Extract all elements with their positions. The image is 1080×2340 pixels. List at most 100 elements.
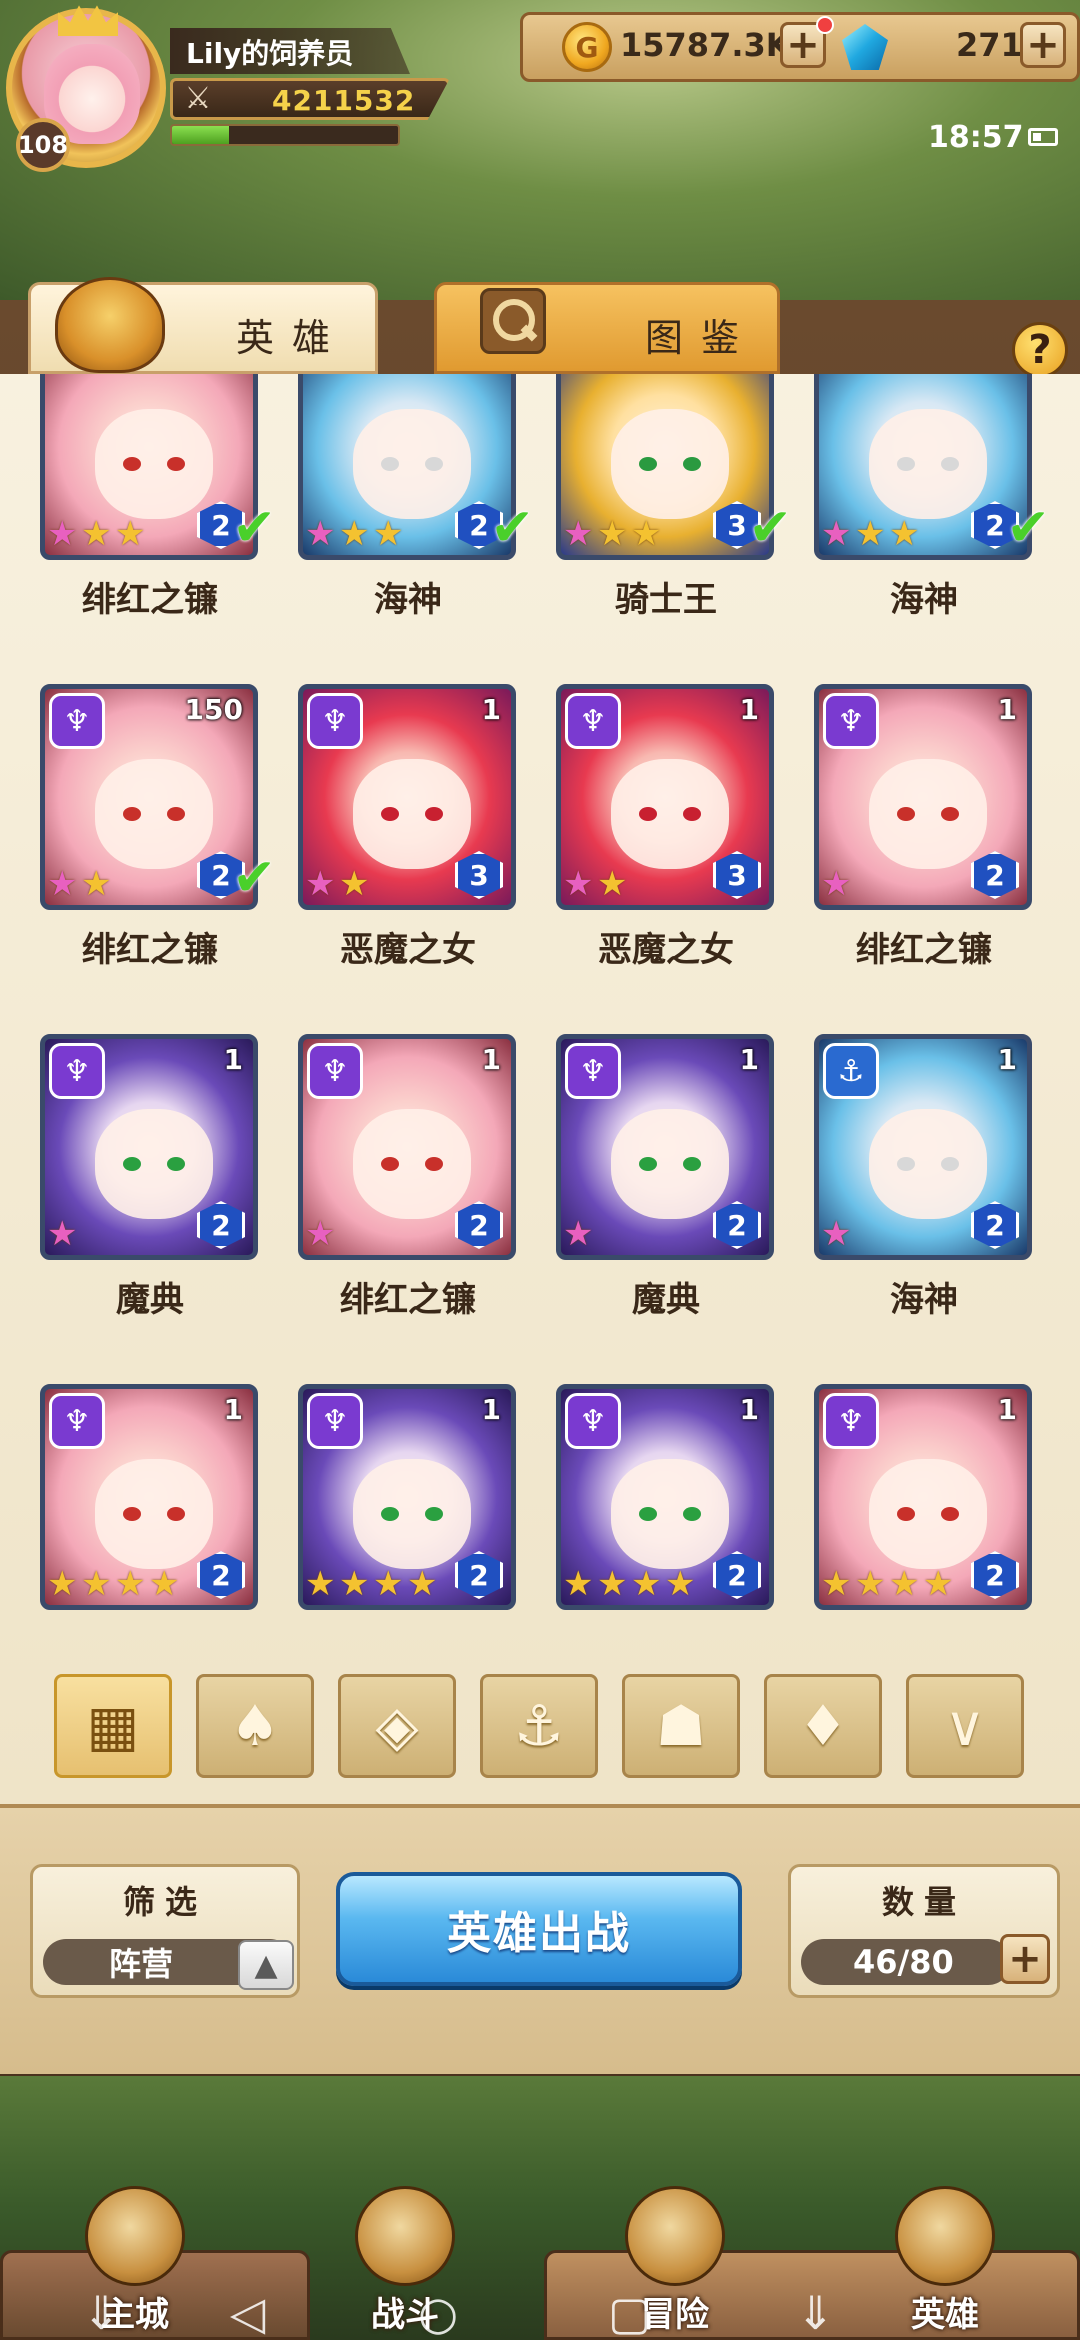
filter-anchor-faction-button[interactable]: ⚓ <box>480 1674 598 1778</box>
hero-level: 1 <box>481 1043 501 1076</box>
hero-stars: ★ <box>47 1217 81 1251</box>
helmet-icon <box>55 277 165 373</box>
hero-name: 绯红之镰 <box>856 930 992 970</box>
hero-card[interactable]: ★ ★ ★ 3 ✔ <box>556 374 792 560</box>
filter-diamond-faction-button[interactable]: ◈ <box>338 1674 456 1778</box>
hero-list[interactable]: ★ ★ ★ 2 ✔ 绯红之镰 ★ ★ ★ 2 ✔ 海神 ★ ★ ★ 3 ✔ 骑士王 ★ ★ ★ 2 ✔ 海神 ♆ 150 ★ ★ 2 ✔ 绯… <box>0 374 1080 1804</box>
hero-eye <box>639 457 657 471</box>
diamond-faction-icon: ◈ <box>375 1693 419 1759</box>
hero-face <box>869 1459 987 1569</box>
hero-card[interactable]: ♆ 1 ★ ★ ★ ★ 2 <box>556 1384 780 1610</box>
hero-card[interactable]: ★ ★ ★ 2 ✔ <box>298 374 534 560</box>
filter-beast-faction-button[interactable]: ☗ <box>622 1674 740 1778</box>
hero-card[interactable]: ♆ 1 ★ ★ ★ ★ 2 <box>40 1384 264 1610</box>
hero-stars: ★ ★ ★ ★ <box>47 1567 183 1601</box>
star-icon: ★ <box>855 1564 886 1604</box>
system-recents-icon[interactable]: ▢ <box>608 2286 651 2340</box>
hero-card[interactable]: ♆ 1 ★ 2 <box>298 1034 522 1260</box>
hero-eye <box>941 457 959 471</box>
filter-toggle-button[interactable]: ▲ <box>238 1940 294 1990</box>
tab-heroes[interactable]: 英雄 <box>28 277 378 374</box>
hero-stars: ★ ★ <box>563 867 631 901</box>
star-icon: ★ <box>81 864 112 904</box>
hero-stars: ★ ★ ★ ★ <box>821 1567 957 1601</box>
gold-coin-icon: G <box>562 22 612 72</box>
expand-capacity-button[interactable]: + <box>1000 1934 1050 1984</box>
magnifier-icon <box>480 288 546 354</box>
hero-eye <box>683 457 701 471</box>
hero-card[interactable]: ♆ 1 ★ 2 <box>556 1034 780 1260</box>
status-clock: 18:57 <box>928 120 1024 155</box>
hero-grade-badge: 2 <box>455 1551 503 1599</box>
add-gem-button[interactable]: + <box>1020 22 1066 68</box>
deploy-heroes-button[interactable]: 英雄出战 <box>336 1872 742 1986</box>
exp-bar <box>170 124 400 146</box>
hero-icon <box>895 2186 995 2286</box>
hero-level: 1 <box>223 1393 243 1426</box>
hero-card[interactable]: ♆ 1 ★ ★ ★ ★ 2 <box>814 1384 1038 1610</box>
hero-card[interactable]: ★ ★ ★ 2 ✔ <box>814 374 1050 560</box>
nav-crossed-swords[interactable]: 战斗 <box>320 2186 490 2336</box>
nav-hero[interactable]: 英雄 <box>860 2186 1030 2336</box>
crossed-swords-icon <box>355 2186 455 2286</box>
beast-faction-icon: ☗ <box>655 1693 707 1759</box>
hero-portrait: ♆ 1 ★ ★ 3 <box>556 684 774 910</box>
hero-name: 绯红之镰 <box>340 1280 476 1320</box>
filter-horns-faction-button[interactable]: ∨ <box>906 1674 1024 1778</box>
filter-grid-button[interactable]: ▦ <box>54 1674 172 1778</box>
hero-face <box>611 759 729 869</box>
gem-value: 271 <box>956 26 1023 64</box>
deployed-check-icon: ✔ <box>1006 498 1050 558</box>
hero-face <box>869 1109 987 1219</box>
hero-eye <box>381 457 399 471</box>
hero-eye <box>425 457 443 471</box>
help-button[interactable]: ? <box>1012 322 1068 378</box>
hero-grade-badge: 2 <box>971 1201 1019 1249</box>
hero-grade-badge: 2 <box>971 851 1019 899</box>
hero-eye <box>941 1157 959 1171</box>
hero-name: 海神 <box>890 1280 958 1320</box>
player-name: Lily的饲养员 <box>186 37 354 70</box>
filter-demon-faction-button[interactable]: ♦ <box>764 1674 882 1778</box>
hero-stars: ★ ★ ★ <box>47 517 149 551</box>
star-icon: ★ <box>631 1564 662 1604</box>
hero-face <box>353 1459 471 1569</box>
hero-portrait: ♆ 1 ★ 2 <box>298 1034 516 1260</box>
demon-faction-icon: ♆ <box>565 1043 621 1099</box>
hero-face <box>95 759 213 869</box>
system-back-icon[interactable]: ◁ <box>230 2286 265 2340</box>
hero-eye <box>683 1507 701 1521</box>
hero-stars: ★ ★ <box>305 867 373 901</box>
hero-portrait: ♆ 1 ★ ★ ★ ★ 2 <box>814 1384 1032 1610</box>
star-icon: ★ <box>47 1214 78 1254</box>
hero-eye <box>167 457 185 471</box>
star-icon: ★ <box>563 864 594 904</box>
star-icon: ★ <box>47 1564 78 1604</box>
hero-card[interactable]: ♆ 1 ★ ★ ★ ★ 2 <box>298 1384 522 1610</box>
demon-faction-icon: ♆ <box>307 1043 363 1099</box>
star-icon: ★ <box>821 864 852 904</box>
star-icon: ★ <box>373 1564 404 1604</box>
system-home-icon[interactable]: ○ <box>418 2286 458 2340</box>
hero-eye <box>941 807 959 821</box>
hero-card[interactable]: ★ ★ ★ 2 ✔ <box>40 374 276 560</box>
filter-forest-faction-button[interactable]: ♠ <box>196 1674 314 1778</box>
hero-card[interactable]: ♆ 1 ★ 2 <box>40 1034 264 1260</box>
hero-face <box>95 1109 213 1219</box>
system-down-icon[interactable]: ⇓ <box>796 2286 835 2340</box>
hero-card[interactable]: ♆ 1 ★ 2 <box>814 684 1038 910</box>
star-icon: ★ <box>597 514 628 554</box>
castle-icon <box>85 2186 185 2286</box>
exp-bar-fill <box>172 126 229 144</box>
hero-card[interactable]: ♆ 1 ★ ★ 3 <box>556 684 780 910</box>
hero-name: 绯红之镰 <box>82 930 218 970</box>
hero-card[interactable]: ⚓ 1 ★ 2 <box>814 1034 1038 1260</box>
hero-stars: ★ ★ <box>47 867 115 901</box>
hero-card[interactable]: ♆ 1 ★ ★ 3 <box>298 684 522 910</box>
system-menu-icon[interactable]: ⇓ <box>82 2286 121 2340</box>
nav-castle[interactable]: 主城 <box>50 2186 220 2336</box>
battery-icon <box>1028 128 1058 146</box>
hero-portrait: ♆ 1 ★ 2 <box>814 684 1032 910</box>
star-icon: ★ <box>563 514 594 554</box>
hero-card[interactable]: ♆ 150 ★ ★ 2 ✔ <box>40 684 276 910</box>
